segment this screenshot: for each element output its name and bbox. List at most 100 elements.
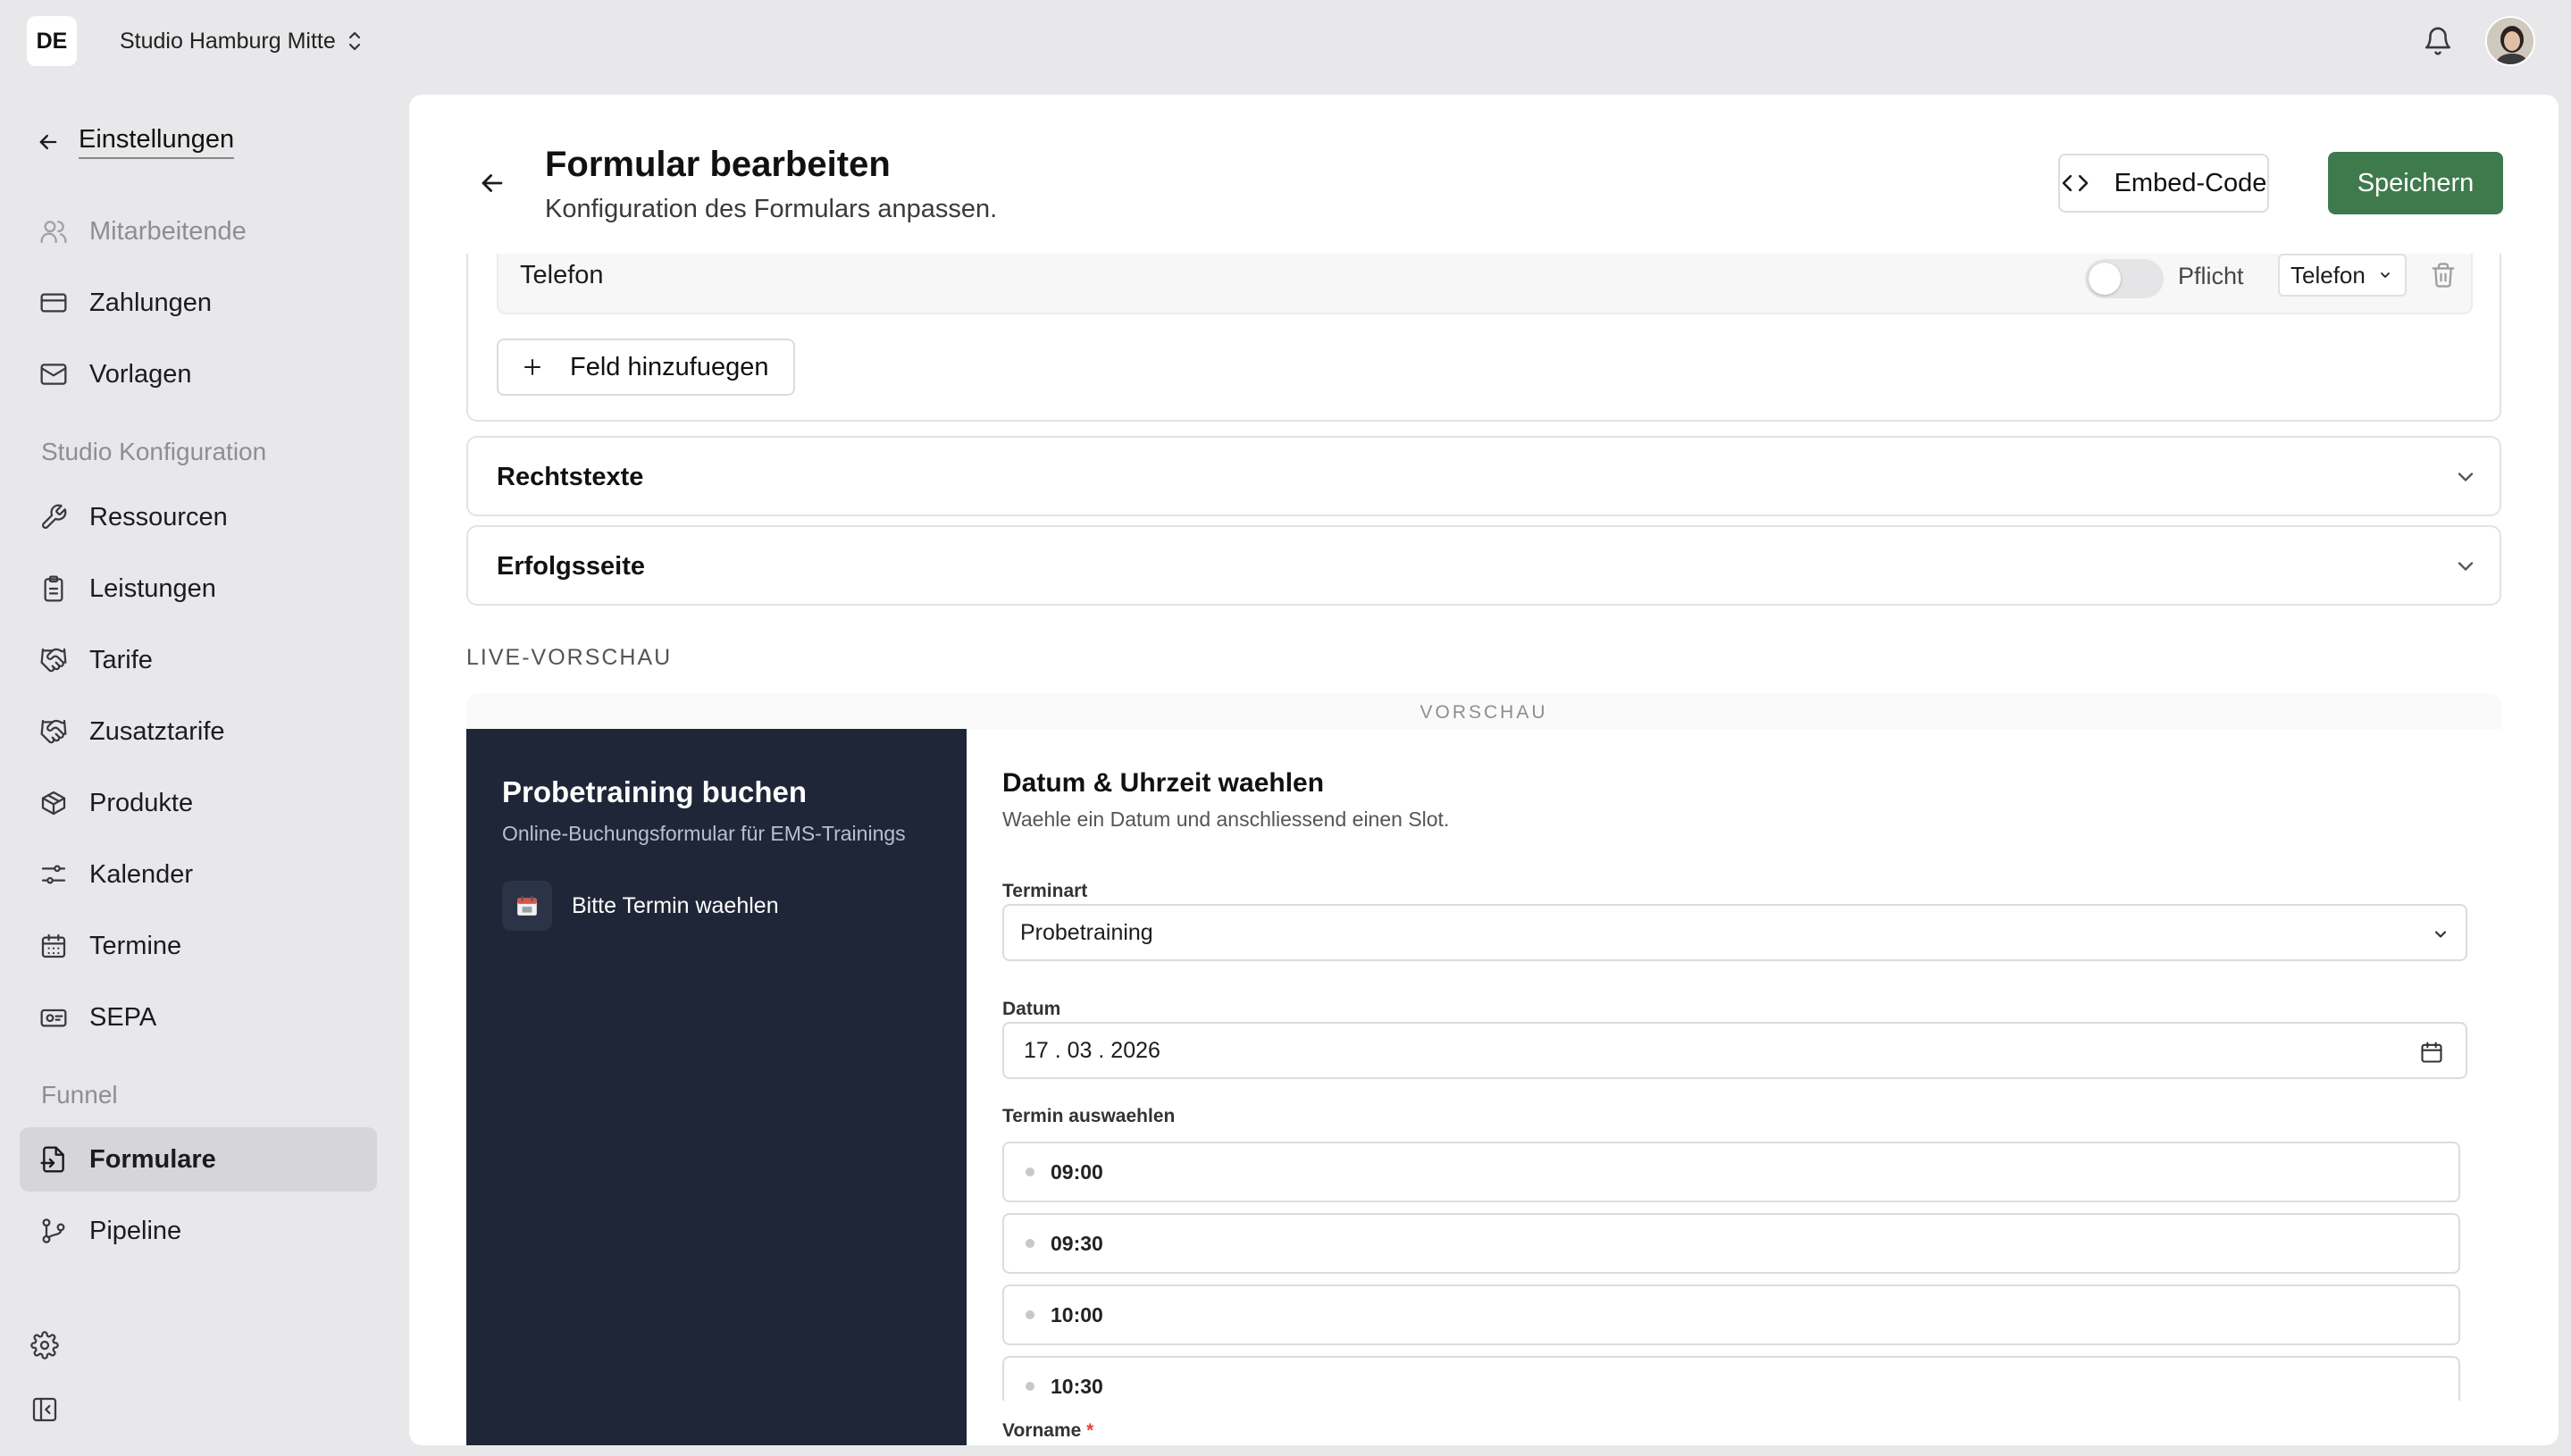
- terminart-select[interactable]: Probetraining: [1002, 904, 2467, 961]
- preview-side-title: Probetraining buchen: [502, 775, 808, 808]
- chevron-up-down-icon: [347, 29, 363, 53]
- arrow-left-icon[interactable]: [477, 168, 507, 198]
- settings-sidebar: Einstellungen Mitarbeitende Zahlungen Vo…: [0, 84, 402, 1456]
- slot-time: 09:30: [1051, 1231, 1103, 1255]
- preview-step-label: Bitte Termin waehlen: [572, 892, 779, 918]
- radio-dot: [1026, 1239, 1034, 1248]
- plus-icon: [522, 356, 543, 378]
- back-link-label: Einstellungen: [79, 125, 235, 159]
- chevron-down-icon: [2453, 464, 2478, 490]
- sidebar-item-zusatztarife[interactable]: Zusatztarife: [20, 699, 377, 764]
- terminart-value: Probetraining: [1020, 919, 1153, 945]
- sidebar-item-label: Produkte: [89, 788, 194, 817]
- sidebar-item-tarife[interactable]: Tarife: [20, 628, 377, 692]
- accordion-title: Rechtstexte: [497, 463, 644, 491]
- sidebar-item-label: Zusatztarife: [89, 716, 225, 746]
- calendar-icon[interactable]: [2419, 1040, 2444, 1065]
- sidebar-item-ressourcen[interactable]: Ressourcen: [20, 485, 377, 549]
- save-button[interactable]: Speichern: [2328, 152, 2503, 214]
- wrench-icon: [39, 503, 68, 531]
- handshake-icon: [39, 717, 68, 746]
- chevron-down-icon: [2378, 268, 2392, 282]
- sidebar-item-mitarbeitende[interactable]: Mitarbeitende: [20, 199, 377, 264]
- sidebar-item-zahlungen[interactable]: Zahlungen: [20, 271, 377, 335]
- preview-form-description: Waehle ein Datum und anschliessend einen…: [1002, 807, 1450, 831]
- required-mark: *: [1086, 1420, 1094, 1441]
- trash-icon[interactable]: [2430, 261, 2457, 289]
- sidebar-item-label: Termine: [89, 931, 182, 960]
- sidebar-item-label: Ressourcen: [89, 502, 228, 531]
- chevron-down-icon: [2432, 925, 2450, 943]
- slot-time: 09:00: [1051, 1159, 1103, 1184]
- live-preview-label: LIVE-VORSCHAU: [466, 645, 673, 670]
- calendar-emoji-icon: [502, 881, 552, 931]
- sidebar-item-formulare[interactable]: Formulare: [20, 1127, 377, 1192]
- sidebar-item-kalender[interactable]: Kalender: [20, 842, 377, 907]
- required-label: Pflicht: [2178, 263, 2244, 289]
- vorname-label-text: Vorname: [1002, 1420, 1082, 1441]
- sidebar-item-label: Kalender: [89, 859, 194, 889]
- accordion-rechtstexte[interactable]: Rechtstexte: [466, 436, 2501, 516]
- bell-icon[interactable]: [2423, 25, 2453, 57]
- sepa-icon: [39, 1003, 68, 1032]
- users-icon: [39, 217, 68, 246]
- pipeline-icon: [39, 1217, 68, 1245]
- field-row: Telefon Pflicht Telefon: [497, 254, 2473, 314]
- sidebar-item-label: Mitarbeitende: [89, 216, 247, 246]
- credit-card-icon: [39, 289, 68, 317]
- preview-form-heading: Datum & Uhrzeit waehlen: [1002, 768, 1325, 798]
- file-form-icon: [39, 1145, 68, 1174]
- accordion-erfolgsseite[interactable]: Erfolgsseite: [466, 525, 2501, 606]
- slot-option[interactable]: 09:00: [1002, 1142, 2460, 1202]
- slot-list[interactable]: 09:00 09:30 10:00 10:30: [1002, 1142, 2467, 1401]
- clipboard-icon: [39, 574, 68, 603]
- field-name: Telefon: [520, 261, 604, 289]
- sidebar-item-termine[interactable]: Termine: [20, 914, 377, 978]
- sidebar-item-label: Vorlagen: [89, 359, 192, 389]
- datum-input[interactable]: 17 . 03 . 2026: [1002, 1022, 2467, 1079]
- embed-code-label: Embed-Code: [2114, 168, 2267, 197]
- settings-gear-icon[interactable]: [30, 1331, 59, 1360]
- slot-option[interactable]: 10:30: [1002, 1356, 2460, 1401]
- preview-step: Bitte Termin waehlen: [502, 881, 779, 931]
- back-to-settings-link[interactable]: Einstellungen: [36, 125, 235, 159]
- mail-icon: [39, 360, 68, 389]
- field-type-select[interactable]: Telefon: [2278, 254, 2407, 297]
- sidebar-item-pipeline[interactable]: Pipeline: [20, 1199, 377, 1263]
- locale-badge[interactable]: DE: [27, 16, 77, 66]
- form-editor-scroll-area[interactable]: Telefon Pflicht Telefon Feld hinzufuegen: [409, 254, 2558, 1445]
- slot-time: 10:30: [1051, 1374, 1103, 1398]
- slot-option[interactable]: 10:00: [1002, 1284, 2460, 1345]
- studio-switcher[interactable]: Studio Hamburg Mitte: [120, 25, 363, 57]
- terminart-label: Terminart: [1002, 881, 1088, 901]
- fields-card: Telefon Pflicht Telefon Feld hinzufuegen: [466, 254, 2501, 422]
- sidebar-item-label: Pipeline: [89, 1216, 182, 1245]
- slot-option[interactable]: 09:30: [1002, 1213, 2460, 1274]
- live-preview-frame: VORSCHAU Probetraining buchen Online-Buc…: [466, 693, 2501, 1445]
- sidebar-item-label: Formulare: [89, 1144, 216, 1174]
- page-title: Formular bearbeiten: [545, 145, 891, 184]
- section-label-studio: Studio Konfiguration: [41, 438, 267, 465]
- sidebar-item-vorlagen[interactable]: Vorlagen: [20, 342, 377, 406]
- collapse-sidebar-icon[interactable]: [30, 1395, 59, 1424]
- sliders-icon: [39, 860, 68, 889]
- arrow-left-icon: [36, 130, 61, 155]
- preview-side-subtitle: Online-Buchungsformular für EMS-Training…: [502, 822, 906, 845]
- embed-code-button[interactable]: Embed-Code: [2058, 154, 2269, 213]
- sidebar-item-sepa[interactable]: SEPA: [20, 985, 377, 1050]
- preview-form: Datum & Uhrzeit waehlen Waehle ein Datum…: [967, 729, 2501, 1445]
- section-label-funnel: Funnel: [41, 1081, 118, 1109]
- studio-name: Studio Hamburg Mitte: [120, 28, 336, 54]
- sidebar-item-label: Zahlungen: [89, 288, 213, 317]
- radio-dot: [1026, 1382, 1034, 1391]
- add-field-button[interactable]: Feld hinzufuegen: [497, 339, 795, 396]
- required-toggle[interactable]: [2085, 259, 2164, 298]
- preview-tag: VORSCHAU: [1419, 702, 1548, 723]
- field-type-value: Telefon: [2290, 261, 2366, 289]
- user-avatar[interactable]: [2485, 16, 2535, 66]
- sidebar-item-leistungen[interactable]: Leistungen: [20, 556, 377, 621]
- handshake-icon: [39, 646, 68, 674]
- sidebar-item-produkte[interactable]: Produkte: [20, 771, 377, 835]
- main-panel: Formular bearbeiten Konfiguration des Fo…: [409, 95, 2558, 1445]
- sidebar-item-label: Tarife: [89, 645, 153, 674]
